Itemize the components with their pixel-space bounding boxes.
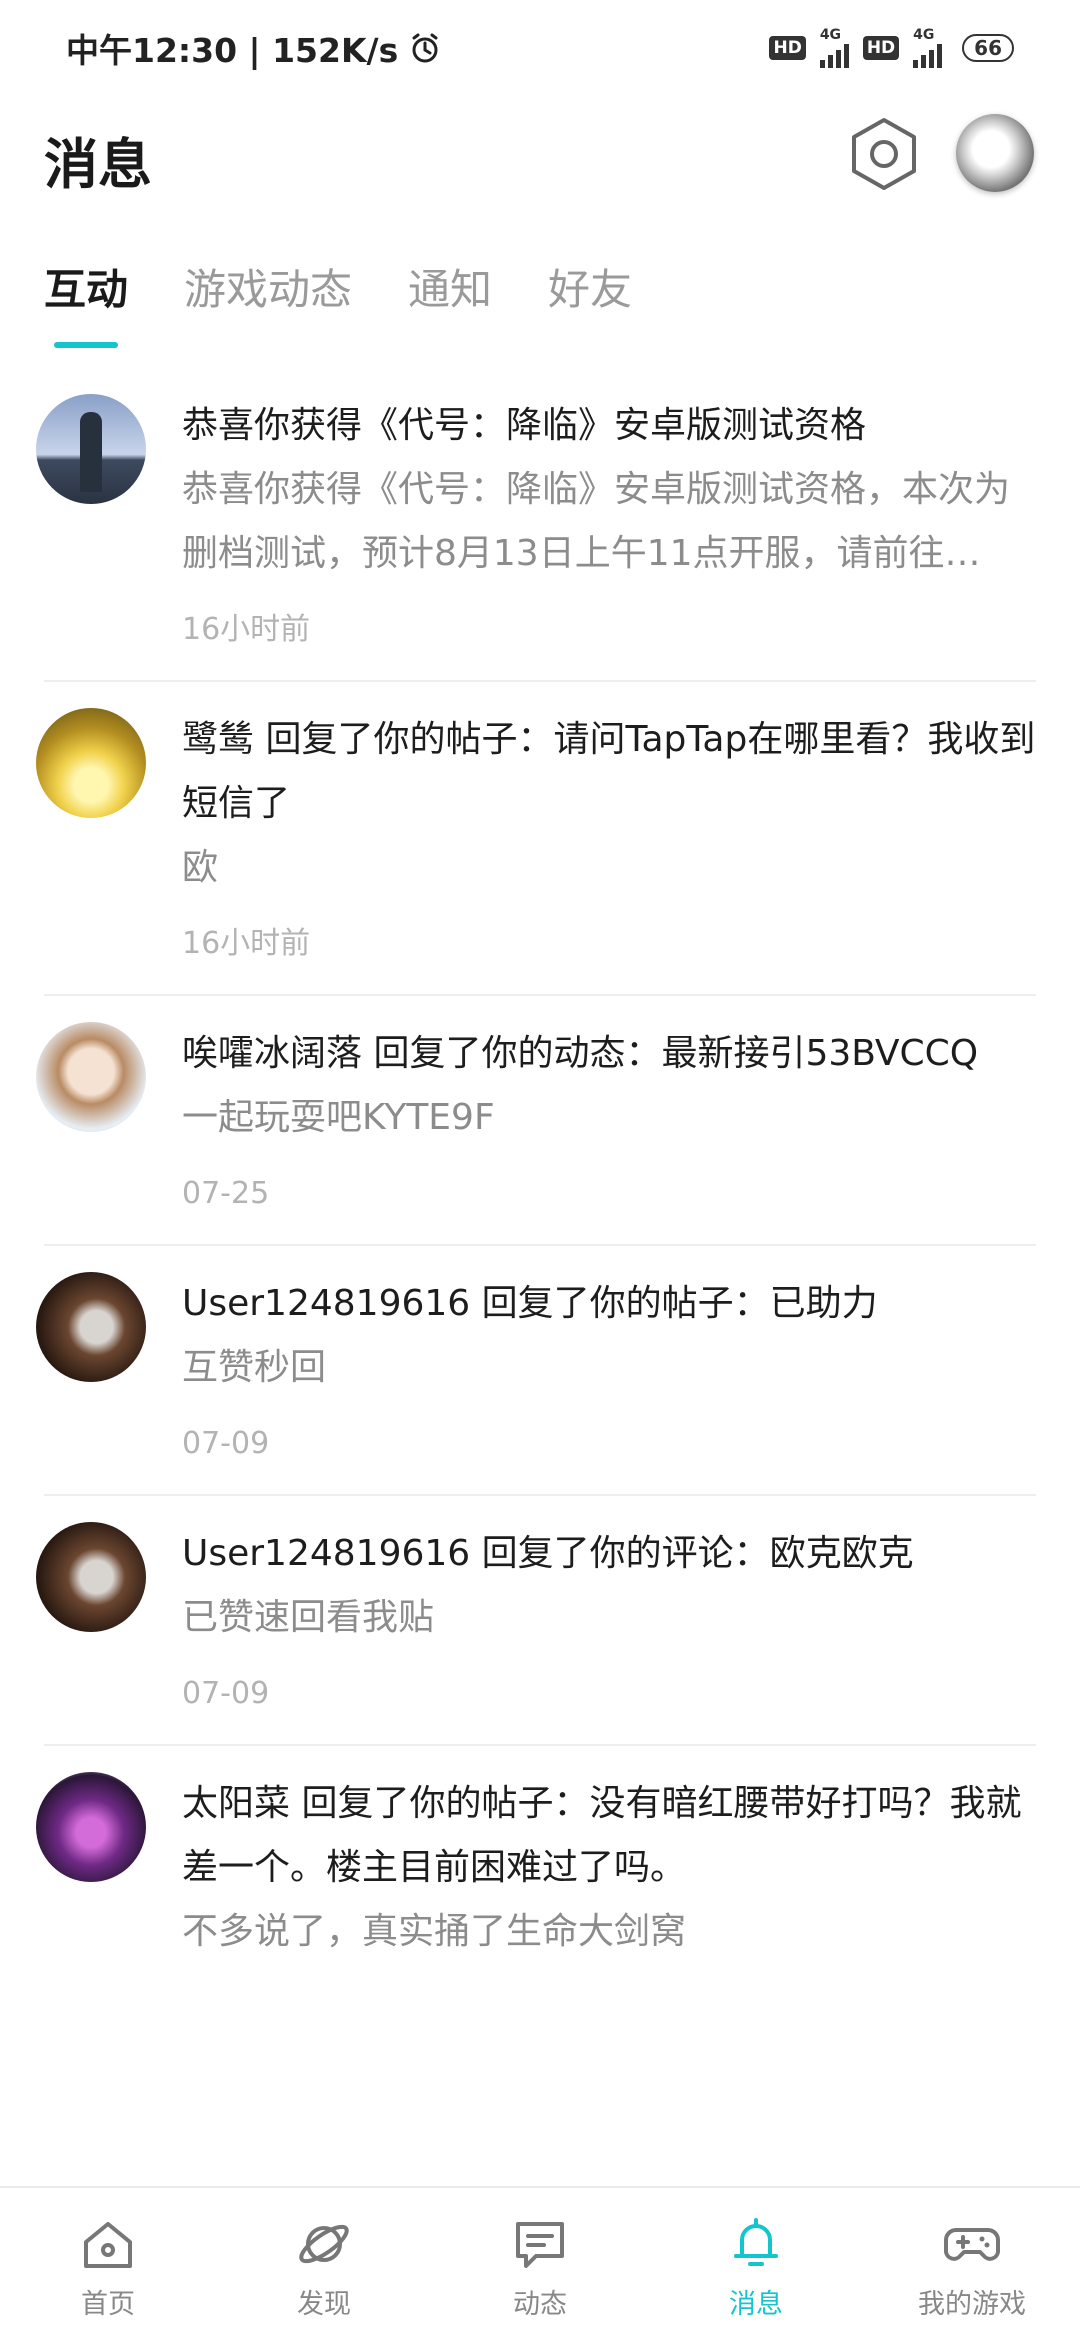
avatar[interactable]: [36, 1022, 146, 1132]
chat-icon: [516, 2222, 564, 2268]
nav-label: 我的游戏: [918, 2289, 1026, 2320]
message-time: 16小时前: [182, 612, 311, 647]
tab-game-updates[interactable]: 游戏动态: [184, 250, 352, 330]
user-avatar[interactable]: [956, 114, 1034, 192]
status-left: 中午12:30 | 152K/s: [66, 24, 442, 72]
message-time: 16小时前: [182, 926, 311, 961]
message-title: 太阳菜 回复了你的帖子：没有暗红腰带好打吗？我就差一个。楼主目前困难过了吗。: [182, 1783, 1022, 1888]
message-body: 恭喜你获得《代号：降临》安卓版测试资格，本次为删档测试，预计8月13日上午11点…: [182, 469, 1011, 574]
nav-discover[interactable]: 发现: [216, 2188, 432, 2340]
bell-icon: [734, 2218, 778, 2266]
planet-icon: [299, 2224, 349, 2264]
message-body: 欧: [182, 847, 219, 888]
message-body: 已赞速回看我贴: [182, 1597, 435, 1638]
nav-label: 首页: [81, 2289, 135, 2320]
status-time: 中午12:30 | 152K/s: [66, 31, 399, 70]
tab-bar: 互动 游戏动态 通知 好友: [44, 250, 632, 350]
message-list: 恭喜你获得《代号：降临》安卓版测试资格 恭喜你获得《代号：降临》安卓版测试资格，…: [0, 368, 1080, 1992]
message-item[interactable]: User124819616 回复了你的评论：欧克欧克 已赞速回看我贴 07-09: [0, 1496, 1080, 1744]
home-icon: [84, 2222, 132, 2268]
nav-messages[interactable]: 消息: [648, 2188, 864, 2340]
nav-label: 发现: [297, 2289, 351, 2320]
avatar[interactable]: [36, 708, 146, 818]
message-item[interactable]: 鹭鸶 回复了你的帖子：请问TapTap在哪里看？我收到短信了 欧 16小时前: [0, 682, 1080, 994]
page-title: 消息: [44, 133, 152, 196]
header: 消息: [0, 110, 1080, 230]
avatar[interactable]: [36, 1522, 146, 1632]
message-title: 鹭鸶 回复了你的帖子：请问TapTap在哪里看？我收到短信了: [182, 719, 1036, 824]
message-time: 07-09: [182, 1676, 270, 1711]
message-time: 07-25: [182, 1176, 270, 1211]
message-body: 一起玩耍吧KYTE9F: [182, 1097, 495, 1138]
avatar[interactable]: [36, 1272, 146, 1382]
message-item[interactable]: User124819616 回复了你的帖子：已助力 互赞秒回 07-09: [0, 1246, 1080, 1494]
message-body: 互赞秒回: [182, 1347, 327, 1388]
signal-icon-2: 4G: [913, 27, 943, 68]
hd-badge-2: HD: [862, 36, 900, 60]
message-title: User124819616 回复了你的评论：欧克欧克: [182, 1533, 914, 1574]
gamepad-icon: [944, 2228, 1000, 2261]
message-body: 不多说了，真实捅了生命大剑窝: [182, 1911, 687, 1952]
alarm-icon: [412, 33, 438, 63]
battery-icon: 66: [962, 34, 1014, 62]
message-item[interactable]: 恭喜你获得《代号：降临》安卓版测试资格 恭喜你获得《代号：降临》安卓版测试资格，…: [0, 368, 1080, 680]
signal-icon: 4G: [819, 27, 849, 68]
nav-my-games[interactable]: 我的游戏: [864, 2188, 1080, 2340]
bottom-nav: 首页 发现 动态 消息 我的游戏: [0, 2186, 1080, 2340]
network-type-2: 4G: [913, 27, 935, 43]
message-item[interactable]: 唉嚯冰阔落 回复了你的动态：最新接引53BVCCQ 一起玩耍吧KYTE9F 07…: [0, 996, 1080, 1244]
status-right: HD 4G HD 4G 66: [769, 28, 1014, 68]
nav-label: 消息: [729, 2289, 783, 2320]
settings-icon[interactable]: [848, 114, 920, 194]
message-item[interactable]: 太阳菜 回复了你的帖子：没有暗红腰带好打吗？我就差一个。楼主目前困难过了吗。 不…: [0, 1746, 1080, 1992]
nav-feed[interactable]: 动态: [432, 2188, 648, 2340]
message-title: User124819616 回复了你的帖子：已助力: [182, 1283, 878, 1324]
status-bar: 中午12:30 | 152K/s HD 4G HD 4G 66: [0, 0, 1080, 96]
hd-badge: HD: [769, 36, 806, 60]
nav-label: 动态: [513, 2289, 567, 2320]
tab-interaction[interactable]: 互动: [44, 250, 128, 348]
tab-notifications[interactable]: 通知: [408, 250, 492, 330]
nav-home[interactable]: 首页: [0, 2188, 216, 2340]
message-time: 07-09: [182, 1426, 270, 1461]
avatar[interactable]: [36, 1772, 146, 1882]
message-title: 唉嚯冰阔落 回复了你的动态：最新接引53BVCCQ: [182, 1033, 979, 1074]
message-title: 恭喜你获得《代号：降临》安卓版测试资格: [182, 405, 867, 446]
tab-friends[interactable]: 好友: [548, 250, 632, 330]
network-type: 4G: [819, 27, 842, 43]
avatar[interactable]: [36, 394, 146, 504]
